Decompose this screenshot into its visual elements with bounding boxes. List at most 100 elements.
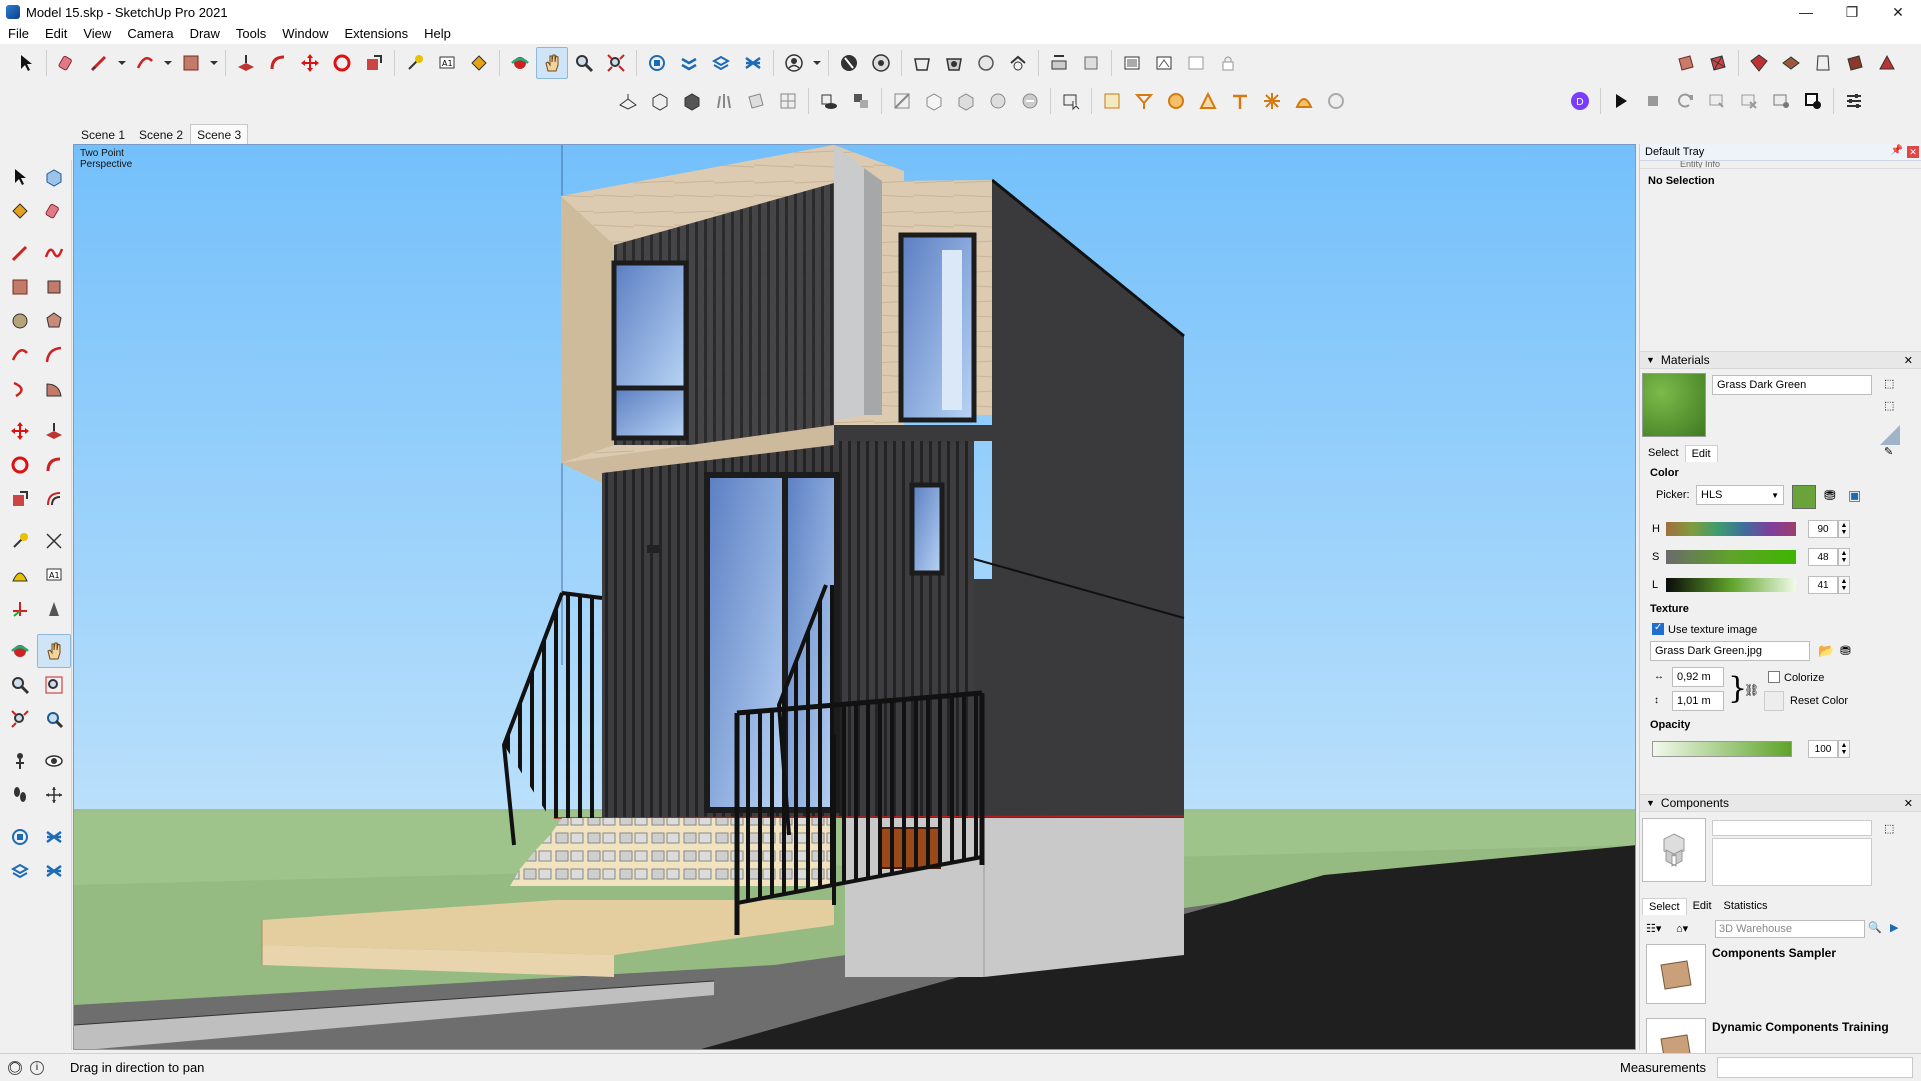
angle-guide-icon[interactable] [1192, 85, 1224, 117]
browse-folder-icon[interactable]: 📂 [1818, 643, 1834, 659]
arc-tool-icon[interactable] [129, 47, 161, 79]
hue-spinner[interactable]: ▲ ▼ [1838, 520, 1850, 538]
pan-tool-icon[interactable] [536, 47, 568, 79]
display-secondary-pane-icon[interactable]: ⬚ [1884, 822, 1894, 835]
back-edges-style-icon[interactable] [1871, 47, 1903, 79]
zoom-window-icon[interactable] [37, 668, 71, 702]
tab-scene-2[interactable]: Scene 2 [132, 124, 190, 144]
arc-dropdown-chevron-icon[interactable] [161, 47, 175, 79]
two-point-arc-icon[interactable] [37, 338, 71, 372]
text-tool-icon[interactable]: A1 [431, 47, 463, 79]
maximize-button[interactable]: ❐ [1829, 0, 1875, 24]
box-view-top-icon[interactable] [676, 85, 708, 117]
select-tool-icon[interactable] [3, 160, 37, 194]
arc-icon[interactable] [3, 338, 37, 372]
materials-close-icon[interactable]: ✕ [1904, 354, 1913, 367]
settings-guide-icon[interactable] [1320, 85, 1352, 117]
outer-shell-icon[interactable] [906, 47, 938, 79]
tab-scene-1[interactable]: Scene 1 [74, 124, 132, 144]
section-plane-icon[interactable] [37, 778, 71, 812]
menu-camera[interactable]: Camera [119, 24, 181, 44]
pie-icon[interactable] [37, 372, 71, 406]
subtract-icon[interactable] [970, 47, 1002, 79]
shape-dropdown-chevron-icon[interactable] [207, 47, 221, 79]
materials-header[interactable]: ▼ Materials ✕ [1640, 351, 1921, 369]
match-color-model-icon[interactable]: ⛃ [1824, 487, 1836, 504]
saturation-slider[interactable] [1666, 550, 1796, 564]
protractor-icon[interactable] [1128, 85, 1160, 117]
rectangle-icon[interactable] [3, 270, 37, 304]
paint-bucket-icon[interactable] [3, 194, 37, 228]
paint-bucket-tool-icon[interactable] [463, 47, 495, 79]
aspect-lock-icon[interactable]: ⛓ [1744, 683, 1759, 697]
delete-view-icon[interactable] [1733, 85, 1765, 117]
edit-texture-icon[interactable]: ⛃ [1840, 643, 1851, 659]
hue-value-input[interactable]: 90 [1808, 520, 1838, 538]
pan-icon[interactable] [37, 634, 71, 668]
profile-icon[interactable]: D [1564, 85, 1596, 117]
rotate-tool-icon[interactable] [326, 47, 358, 79]
axes-icon[interactable] [3, 592, 37, 626]
textured-style-icon[interactable] [1807, 47, 1839, 79]
sandbox-from-contours-icon[interactable] [612, 85, 644, 117]
colorize-checkbox[interactable] [1768, 671, 1780, 683]
render-icon[interactable] [1797, 85, 1829, 117]
push-pull-icon[interactable] [37, 414, 71, 448]
geo-location-icon[interactable]: ◯ [8, 1060, 22, 1075]
move-tool-icon[interactable] [294, 47, 326, 79]
hidden-line-style-icon[interactable] [1743, 47, 1775, 79]
texture-width-field[interactable]: 0,92 m [1672, 667, 1724, 687]
menu-draw[interactable]: Draw [182, 24, 228, 44]
component-options-icon[interactable] [918, 85, 950, 117]
scale-icon[interactable] [3, 482, 37, 516]
zoom-extents-tool-icon[interactable] [600, 47, 632, 79]
display-secondary-icon[interactable]: ⬚ [1884, 399, 1894, 412]
search-icon[interactable]: 🔍 [1868, 921, 1882, 934]
preferences-icon[interactable] [1838, 85, 1870, 117]
tape-measure-tool-icon[interactable] [399, 47, 431, 79]
play-icon[interactable] [1605, 85, 1637, 117]
offset-icon[interactable] [37, 482, 71, 516]
follow-me-tool-icon[interactable] [262, 47, 294, 79]
shaded-style-icon[interactable] [1775, 47, 1807, 79]
xray-style-icon[interactable] [1670, 47, 1702, 79]
zoom-icon[interactable] [3, 668, 37, 702]
home-icon[interactable]: ⌂▾ [1676, 922, 1688, 935]
info-icon[interactable]: i [30, 1060, 44, 1075]
polygon-icon[interactable] [37, 304, 71, 338]
current-color-swatch[interactable] [1792, 485, 1816, 509]
solid-union-icon[interactable] [833, 47, 865, 79]
picker-select[interactable]: HLS ▼ [1696, 485, 1784, 505]
add-location-icon[interactable] [1055, 85, 1087, 117]
rotate-icon[interactable] [3, 448, 37, 482]
dimension-icon[interactable] [37, 524, 71, 558]
generate-report-icon[interactable] [982, 85, 1014, 117]
eraser-icon[interactable] [37, 194, 71, 228]
component-description-field[interactable] [1712, 838, 1872, 886]
standard-view-lock-icon[interactable] [1212, 47, 1244, 79]
text-icon[interactable]: A1 [37, 558, 71, 592]
stamp-icon[interactable] [708, 85, 740, 117]
look-around-icon[interactable] [37, 744, 71, 778]
view-options-icon[interactable]: ☷▾ [1646, 922, 1661, 935]
push-pull-tool-icon[interactable] [230, 47, 262, 79]
components-header[interactable]: ▼ Components ✕ [1640, 794, 1921, 812]
camera-settings-icon[interactable] [1765, 85, 1797, 117]
orbit-tool-icon[interactable] [504, 47, 536, 79]
3d-text-icon[interactable] [37, 592, 71, 626]
components-close-icon[interactable]: ✕ [1904, 797, 1913, 810]
lightness-slider[interactable] [1666, 578, 1796, 592]
circle-icon[interactable] [3, 304, 37, 338]
select-tool-icon[interactable] [10, 47, 42, 79]
solid-inspector-icon[interactable] [865, 47, 897, 79]
extension-warehouse-icon[interactable] [673, 47, 705, 79]
tab-materials-select[interactable]: Select [1642, 445, 1685, 462]
eraser-tool-icon[interactable] [51, 47, 83, 79]
opacity-slider[interactable] [1652, 741, 1792, 757]
make-component-icon[interactable] [37, 160, 71, 194]
rotated-rectangle-icon[interactable] [37, 270, 71, 304]
circle-guide-icon[interactable] [1160, 85, 1192, 117]
refresh-icon[interactable] [1669, 85, 1701, 117]
list-item[interactable]: Components Sampler [1642, 944, 1918, 1020]
eyedropper-icon[interactable]: ✎ [1884, 445, 1893, 458]
